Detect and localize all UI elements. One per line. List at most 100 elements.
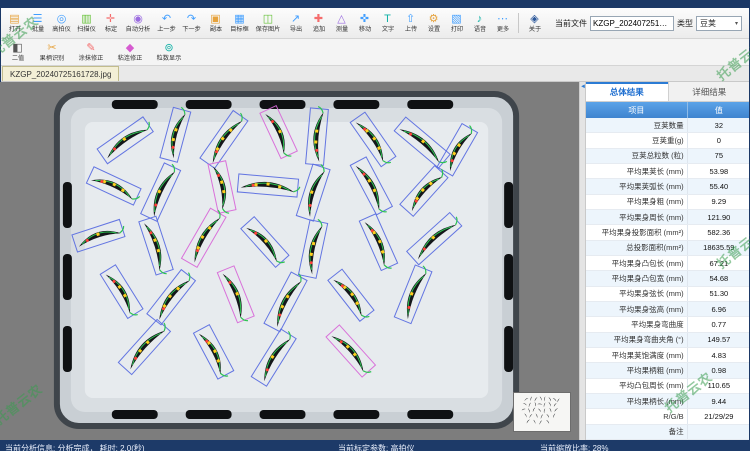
result-row: 平均果柄长 (mm)9.44 — [586, 394, 750, 409]
note-row: 备注 — [586, 425, 750, 440]
result-row: 平均果荚饱满度 (mm)4.83 — [586, 348, 750, 363]
toolbar-open-label: 打开 — [8, 26, 20, 33]
toolbar-copy-button[interactable]: ▣副本 — [204, 13, 227, 34]
toolbar-print-button[interactable]: ▧打印 — [445, 13, 468, 34]
toolbar-stem-detect-label: 果柄识别 — [40, 55, 65, 62]
target-box-icon: ▦ — [234, 13, 244, 26]
status-bar: 当前分析信息: 分析完成， 耗时: 2.0(秒) 当前标定参数: 高拍仪 当前缩… — [0, 440, 750, 451]
toolbar-next-step-button[interactable]: ↷下一步 — [179, 13, 204, 34]
toolbar-text-button[interactable]: T文字 — [376, 13, 399, 34]
toolbar-move-label: 移动 — [358, 26, 370, 33]
zoom-status: 当前缩放比率: 28% — [540, 443, 608, 451]
toolbar-about-button[interactable]: ◈关于 — [523, 13, 546, 34]
toolbar-doc-camera-button[interactable]: ◎高拍仪 — [49, 13, 74, 34]
toolbar-settings-button[interactable]: ⚙设置 — [422, 13, 445, 34]
toolbar-measure-button[interactable]: △测量 — [330, 13, 353, 34]
result-label: 平均果身粗 (mm) — [586, 195, 688, 209]
toolbar-scanner-label: 扫描仪 — [77, 26, 95, 33]
copy-icon: ▣ — [210, 13, 220, 26]
result-row: 平均果身周长 (mm)121.90 — [586, 210, 750, 225]
toolbar-voice-button[interactable]: ♪语音 — [468, 13, 491, 34]
toolbar-open-button[interactable]: ▤打开 — [3, 13, 26, 34]
result-value: 54.68 — [688, 271, 750, 285]
toolbar-target-box-button[interactable]: ▦目标框 — [227, 13, 252, 34]
document-tab[interactable]: KZGP_20240725161728.jpg — [2, 66, 119, 81]
toolbar-measure-label: 测量 — [335, 26, 347, 33]
secondary-toolbar: ◧二值 ✂果柄识别 ✎涂抹修正 ◆粘连修正 ⊚粒数显示 — [0, 39, 750, 66]
result-label: 平均果身弦高 (mm) — [586, 302, 688, 316]
result-row: 平均果身凸包长 (mm)67.21 — [586, 256, 750, 271]
toolbar-binarize-label: 二值 — [11, 55, 23, 62]
toolbar-doc-camera-label: 高拍仪 — [52, 26, 70, 33]
toolbar-adhesion-fix-button[interactable]: ◆粘连修正 — [114, 42, 146, 63]
toolbar-more-button[interactable]: ⋯更多 — [491, 13, 514, 34]
results-table-header: 项目 值 — [586, 102, 750, 118]
results-tabs: 总体结果 详细结果 — [586, 82, 750, 102]
title-bar — [0, 0, 750, 8]
result-value: 18635.59 — [688, 241, 750, 255]
result-value: 582.36 — [688, 225, 750, 239]
toolbar-seed-display-button[interactable]: ⊚粒数显示 — [153, 42, 185, 63]
column-value: 值 — [688, 102, 750, 118]
smear-fix-icon: ✎ — [86, 42, 95, 55]
toolbar-auto-analyze-button[interactable]: ◉自动分析 — [122, 13, 154, 34]
type-label: 类型 — [677, 18, 693, 29]
toolbar-batch-button[interactable]: ☰批量 — [26, 13, 49, 34]
results-panel: 总体结果 详细结果 项目 值 豆荚数量32豆荚重(g)0豆荚总粒数 (粒)75平… — [585, 82, 750, 440]
toolbar-export-button[interactable]: ↗导出 — [284, 13, 307, 34]
panel-splitter[interactable]: ◄ — [579, 82, 585, 440]
tab-detailed-results[interactable]: 详细结果 — [669, 82, 750, 101]
secondary-toolbar-items: ◧二值 ✂果柄识别 ✎涂抹修正 ◆粘连修正 ⊚粒数显示 — [6, 42, 185, 63]
result-value: 53.98 — [688, 164, 750, 178]
current-file-input[interactable] — [590, 16, 674, 31]
toolbar-calibrate-label: 标定 — [104, 26, 116, 33]
result-label: 平均果身弯曲夹角 (°) — [586, 333, 688, 347]
minimap[interactable] — [513, 392, 571, 432]
text-icon: T — [384, 13, 391, 26]
toolbar-binarize-button[interactable]: ◧二值 — [6, 42, 29, 63]
toolbar-calibrate-button[interactable]: ✛标定 — [99, 13, 122, 34]
toolbar-save-image-button[interactable]: ◫保存图片 — [252, 13, 284, 34]
note-value — [688, 425, 750, 439]
collapse-arrow-icon[interactable]: ◄ — [580, 84, 586, 90]
result-label: 平均果身凸包宽 (mm) — [586, 271, 688, 285]
result-value: 6.96 — [688, 302, 750, 316]
toolbar-move-button[interactable]: ✜移动 — [353, 13, 376, 34]
toolbar-prev-step-button[interactable]: ↶上一步 — [154, 13, 179, 34]
result-value: 9.29 — [688, 195, 750, 209]
append-icon: ✚ — [314, 13, 323, 26]
result-row: 平均果身弦高 (mm)6.96 — [586, 302, 750, 317]
toolbar-prev-step-label: 上一步 — [157, 26, 175, 33]
result-label: 豆荚总粒数 (粒) — [586, 149, 688, 163]
toolbar-append-button[interactable]: ✚追加 — [307, 13, 330, 34]
result-label: 平均果身弯曲度 — [586, 317, 688, 331]
toolbar-voice-label: 语音 — [473, 26, 485, 33]
toolbar-upload-button[interactable]: ⇧上传 — [399, 13, 422, 34]
main-toolbar-items: ▤打开☰批量◎高拍仪▥扫描仪✛标定◉自动分析↶上一步↷下一步▣副本▦目标框◫保存… — [3, 13, 546, 34]
result-row: 平均果荚长 (mm)53.98 — [586, 164, 750, 179]
type-select[interactable]: 豆荚 ▾ — [696, 16, 742, 31]
result-row: 总投影面积(mm²)18635.59 — [586, 241, 750, 256]
result-row: 豆荚数量32 — [586, 118, 750, 133]
about-icon: ◈ — [530, 13, 538, 26]
image-canvas[interactable] — [0, 82, 579, 440]
adhesion-fix-icon: ◆ — [126, 42, 134, 55]
result-value: 67.21 — [688, 256, 750, 270]
result-label: 平均果柄长 (mm) — [586, 394, 688, 408]
scanner-icon: ▥ — [81, 13, 91, 26]
tab-overall-results[interactable]: 总体结果 — [586, 82, 669, 101]
redo-icon: ↷ — [187, 13, 196, 26]
analysis-image[interactable] — [0, 82, 579, 440]
toolbar-auto-analyze-label: 自动分析 — [126, 26, 151, 33]
result-label: 平均果身弦长 (mm) — [586, 287, 688, 301]
result-value: 0.77 — [688, 317, 750, 331]
toolbar-scanner-button[interactable]: ▥扫描仪 — [74, 13, 99, 34]
voice-icon: ♪ — [477, 13, 483, 26]
analysis-status: 当前分析信息: 分析完成， 耗时: 2.0(秒) — [5, 443, 145, 451]
toolbar-stem-detect-button[interactable]: ✂果柄识别 — [36, 42, 68, 63]
toolbar-smear-fix-button[interactable]: ✎涂抹修正 — [75, 42, 107, 63]
result-value: 0 — [688, 133, 750, 147]
seed-tray — [57, 94, 516, 426]
toolbar-smear-fix-label: 涂抹修正 — [79, 55, 104, 62]
toolbar-separator — [518, 13, 519, 33]
